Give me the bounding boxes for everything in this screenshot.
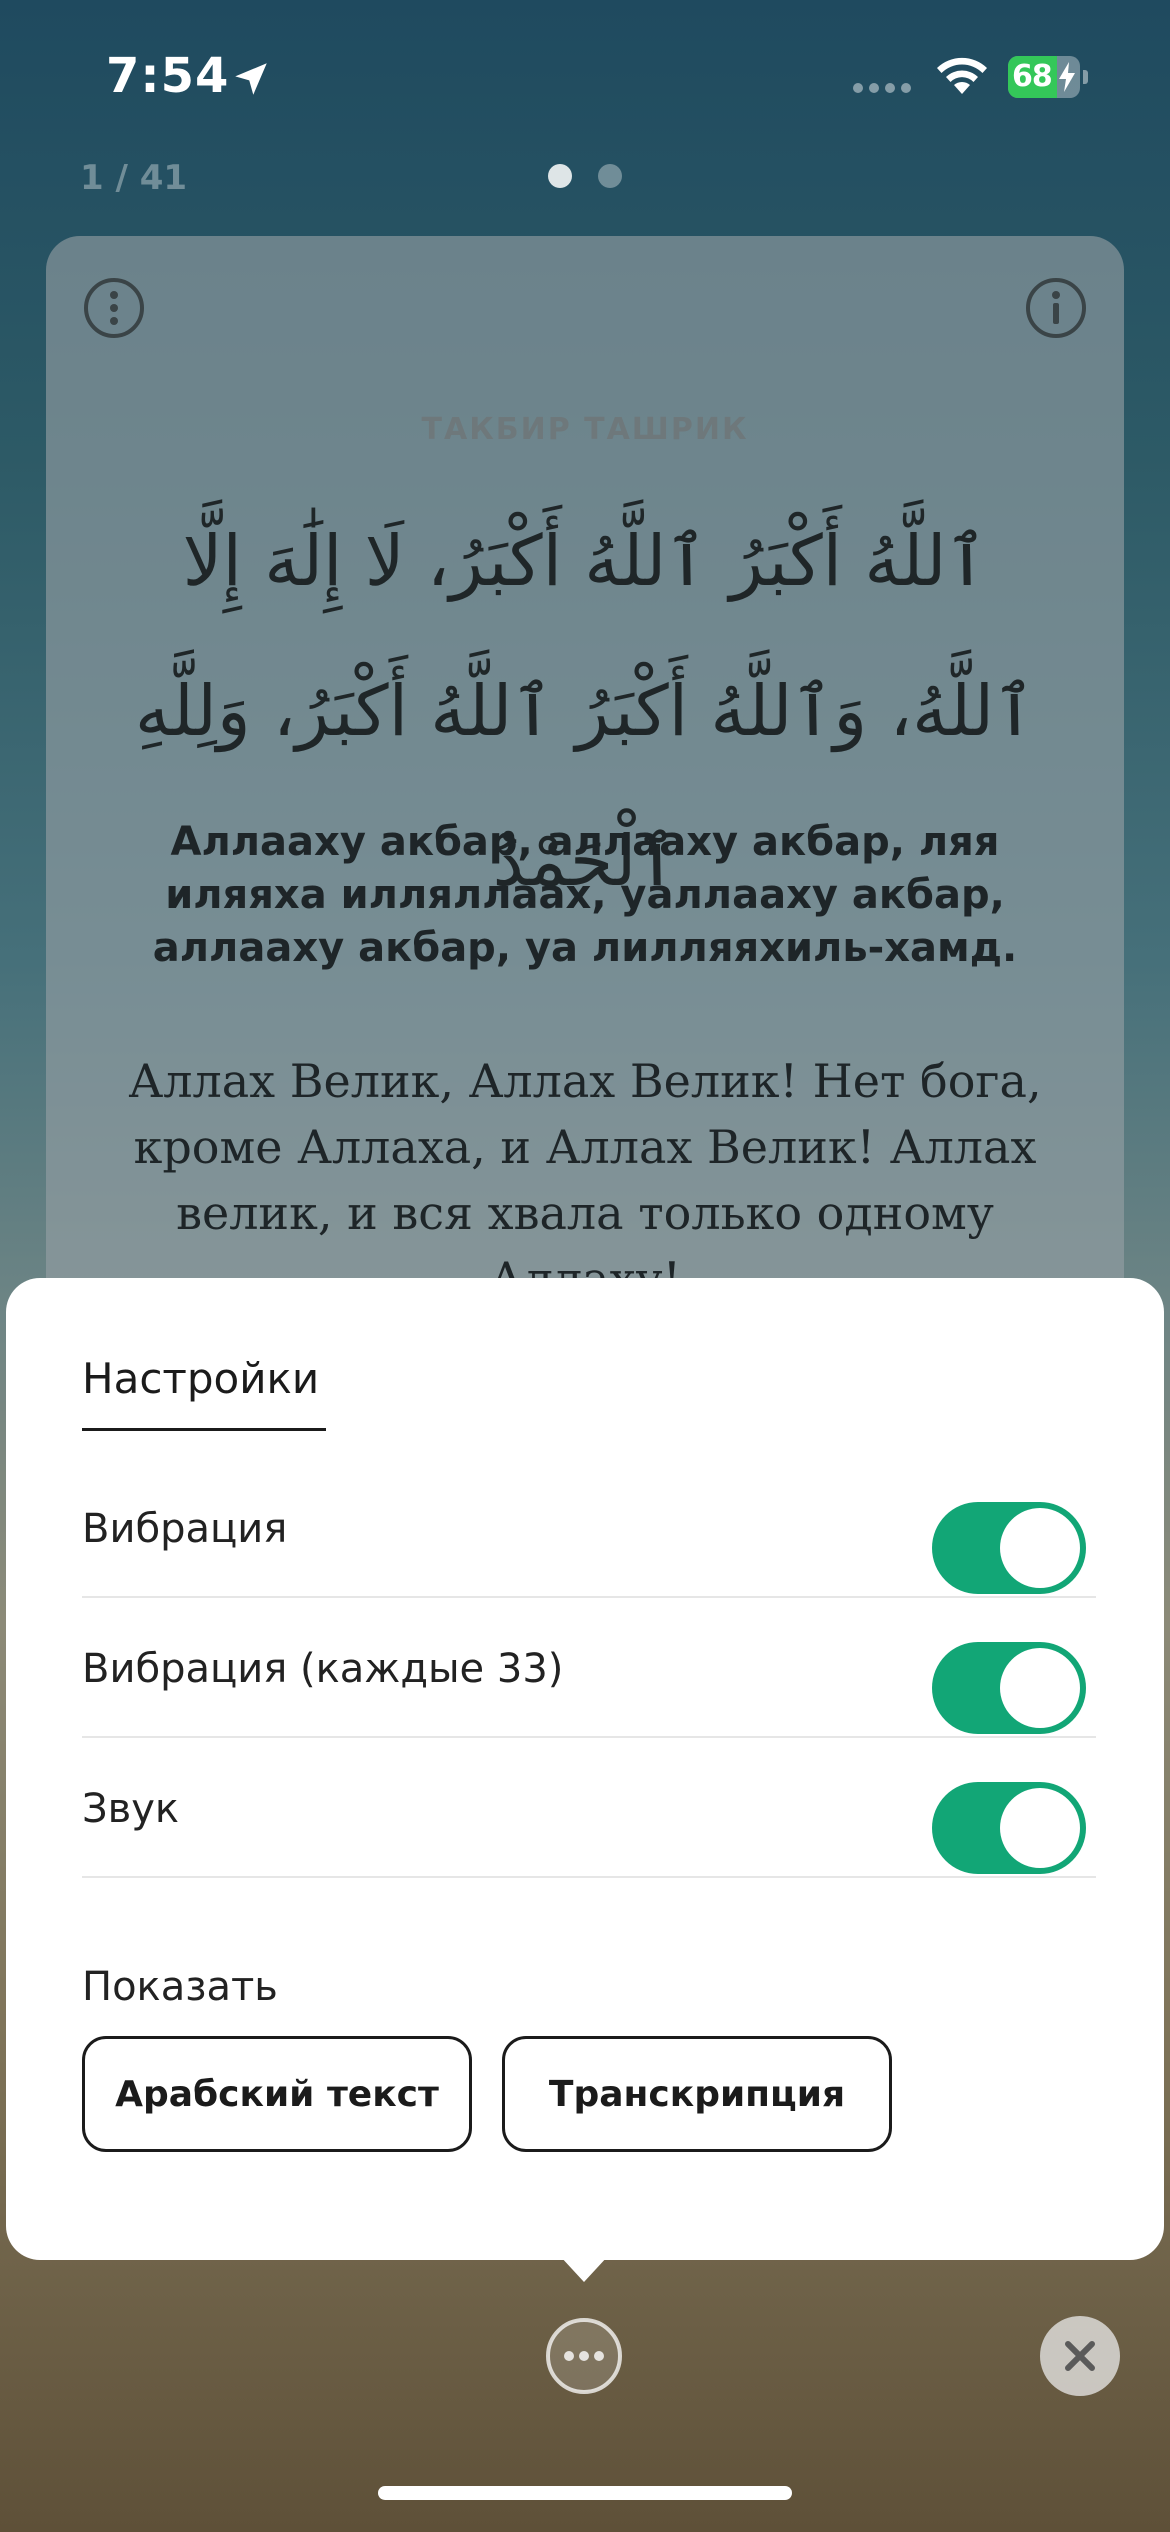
vibration-33-toggle[interactable] xyxy=(932,1642,1086,1734)
battery-cap xyxy=(1083,70,1088,84)
close-button[interactable] xyxy=(1040,2316,1120,2396)
battery-icon: 68 xyxy=(1008,56,1088,98)
toggle-knob xyxy=(1000,1508,1080,1588)
close-icon xyxy=(1065,2341,1095,2371)
page-dot[interactable] xyxy=(548,164,572,188)
page-counter: 1 / 41 xyxy=(80,158,188,198)
row-divider xyxy=(82,1876,1096,1878)
more-horizontal-icon[interactable] xyxy=(544,2316,624,2396)
transcription-chip[interactable]: Транскрипция xyxy=(502,2036,892,2152)
wifi-icon xyxy=(937,57,987,94)
cellular-dots-icon xyxy=(853,83,911,93)
charging-bolt-icon xyxy=(1059,62,1075,92)
tab-settings[interactable]: Настройки xyxy=(82,1354,319,1403)
setting-label: Звук xyxy=(82,1786,180,1832)
sound-toggle[interactable] xyxy=(932,1782,1086,1874)
more-vertical-icon[interactable] xyxy=(82,276,146,340)
location-arrow-icon xyxy=(235,63,267,95)
toggle-knob xyxy=(1000,1788,1080,1868)
tab-settings-underline xyxy=(82,1428,326,1431)
battery-body: 68 xyxy=(1008,56,1080,98)
vibration-toggle[interactable] xyxy=(932,1502,1086,1594)
toggle-knob xyxy=(1000,1648,1080,1728)
arabic-text-chip[interactable]: Арабский текст xyxy=(82,2036,472,2152)
setting-label: Вибрация xyxy=(82,1506,288,1552)
battery-percent: 68 xyxy=(1012,59,1053,94)
popover-arrow xyxy=(560,2256,608,2282)
setting-row-sound: Звук xyxy=(82,1738,1096,1878)
translation-text: Аллах Велик, Аллах Велик! Нет бога, кром… xyxy=(128,1054,1042,1306)
page-dot[interactable] xyxy=(598,164,622,188)
setting-label: Вибрация (каждые 33) xyxy=(82,1646,564,1692)
settings-popover: Настройки Вибрация Вибрация (каждые 33) … xyxy=(6,1278,1164,2260)
card-title: ТАКБИР ТАШРИК xyxy=(421,412,749,447)
home-indicator[interactable] xyxy=(378,2486,792,2500)
status-time: 7:54 xyxy=(106,48,230,104)
transcription-text: Аллааху акбар, аллааху акбар, ляя иляяха… xyxy=(152,819,1018,971)
status-bar: 7:54 68 xyxy=(0,0,1170,150)
info-icon[interactable] xyxy=(1024,276,1088,340)
page-dots[interactable] xyxy=(548,164,628,188)
show-label: Показать xyxy=(82,1964,278,2010)
setting-row-vibration: Вибрация xyxy=(82,1458,1096,1598)
setting-row-vibration-33: Вибрация (каждые 33) xyxy=(82,1598,1096,1738)
